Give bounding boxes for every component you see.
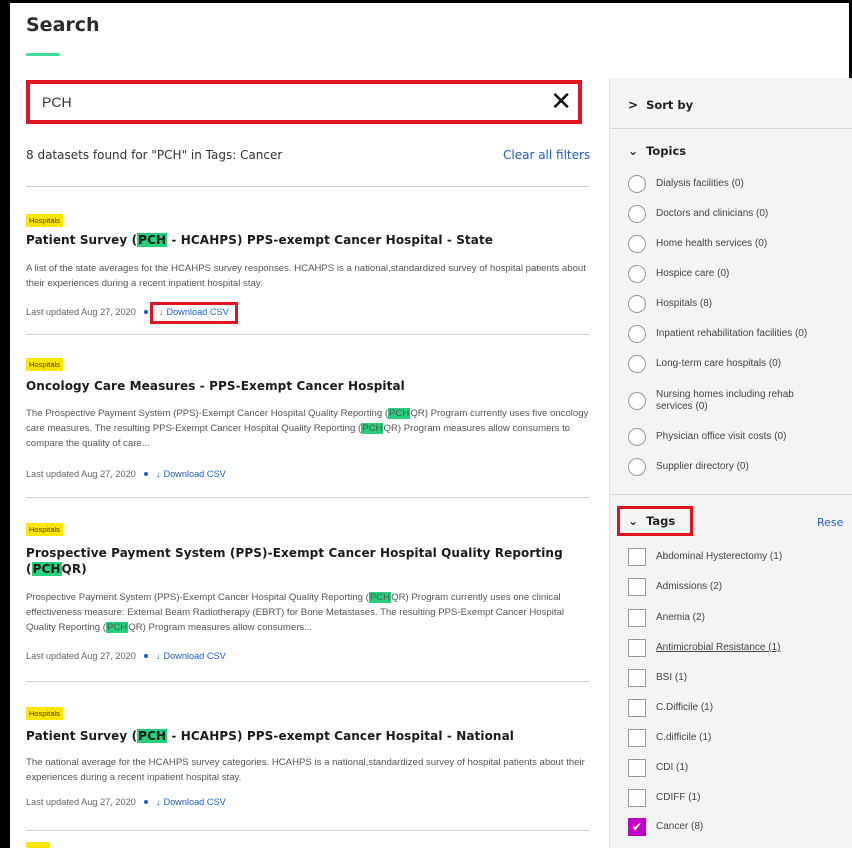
search-highlight: PCH [368,592,392,603]
search-input[interactable]: PCH ✕ [26,80,582,124]
close-icon[interactable]: ✕ [550,87,572,117]
page-title: Search [26,14,100,36]
radio-button[interactable] [628,392,646,410]
separator-dot [143,309,148,314]
checkbox[interactable] [628,729,646,747]
category-badge: Hospitals [26,523,63,536]
checkbox[interactable] [628,759,646,777]
separator-dot [143,799,148,804]
separator-dot [143,471,148,476]
radio-button[interactable] [628,355,646,373]
result-meta: Last updated Aug 27, 2020 ↓ Download CSV [26,797,226,807]
radio-button[interactable] [628,265,646,283]
result-title[interactable]: Oncology Care Measures - PPS-Exempt Canc… [26,378,586,394]
search-highlight: PCH [361,423,384,434]
search-highlight: PCH [137,729,168,743]
result-meta: Last updated Aug 27, 2020 ↓ Download CSV [26,651,226,661]
checkbox[interactable] [628,548,646,566]
checkbox[interactable] [628,578,646,596]
results-count: 8 datasets found for "PCH" in Tags: Canc… [26,148,283,162]
result-item: Hospitals Patient Survey (PCH - HCAHPS) … [26,208,589,324]
radio-button[interactable] [628,428,646,446]
divider [26,334,589,335]
window-border-top [0,0,852,3]
category-badge: Hospitals [26,358,63,371]
search-input-value[interactable]: PCH [42,94,72,110]
download-csv-link[interactable]: ↓ Download CSV [156,651,226,661]
sidebar-divider [610,128,852,129]
checkbox[interactable] [628,609,646,627]
last-updated: Last updated Aug 27, 2020 [26,469,136,479]
chevron-down-icon: ⌄ [628,144,639,158]
result-item: Hospitals Prospective Payment System (PP… [26,517,589,661]
reset-tags-link[interactable]: Rese [817,516,843,529]
search-highlight: PCH [137,233,168,247]
search-highlight: PCH [388,408,411,419]
download-icon: ↓ [155,469,161,479]
sidebar-divider [610,494,852,495]
divider [26,681,589,682]
download-icon: ↓ [155,651,161,661]
result-item: Hospitals Patient Survey (PCH - HCAHPS) … [26,701,589,807]
result-description: The Prospective Payment System (PPS)-Exe… [26,408,589,449]
checkmark-icon[interactable]: ✔ [628,818,646,836]
result-item: Hospitals Oncology Care Measures - PPS-E… [26,352,589,479]
last-updated: Last updated Aug 27, 2020 [26,307,136,317]
search-highlight: PCH [105,622,129,633]
checkbox[interactable] [628,669,646,687]
title-underline [26,53,60,56]
sort-by-toggle[interactable]: > Sort by [628,98,693,112]
divider [26,830,589,831]
search-highlight: PCH [31,562,62,576]
category-badge-partial [26,842,50,848]
radio-button[interactable] [628,205,646,223]
download-icon: ↓ [155,797,161,807]
filter-sidebar: > Sort by ⌄ Topics Dialysis facilities (0)… [609,78,852,848]
window-border-left [0,0,10,848]
last-updated: Last updated Aug 27, 2020 [26,797,136,807]
result-title[interactable]: Patient Survey (PCH - HCAHPS) PPS-exempt… [26,728,586,744]
chevron-down-icon: ⌄ [628,514,639,528]
result-title[interactable]: Patient Survey (PCH - HCAHPS) PPS-exempt… [26,232,586,248]
chevron-right-icon: > [628,98,639,112]
clear-filters-link[interactable]: Clear all filters [503,148,590,162]
category-badge: Hospitals [26,707,63,720]
checkbox[interactable] [628,789,646,807]
radio-button[interactable] [628,175,646,193]
result-description: A list of the state averages for the HCA… [26,263,586,289]
result-meta: Last updated Aug 27, 2020 ↓ Download CSV [26,469,226,479]
radio-button[interactable] [628,295,646,313]
result-title[interactable]: Prospective Payment System (PPS)-Exempt … [26,545,586,577]
download-highlight-box: ↓ Download CSV [149,302,238,324]
checkbox[interactable] [628,639,646,657]
last-updated: Last updated Aug 27, 2020 [26,651,136,661]
download-csv-link[interactable]: ↓ Download CSV [156,469,226,479]
checkbox[interactable] [628,699,646,717]
topics-toggle[interactable]: ⌄ Topics [628,144,686,158]
divider [26,186,589,187]
divider [26,497,589,498]
download-csv-link[interactable]: ↓ Download CSV [159,307,229,317]
category-badge: Hospitals [26,214,63,227]
radio-button[interactable] [628,458,646,476]
download-icon: ↓ [158,307,164,317]
radio-button[interactable] [628,235,646,253]
result-description: Prospective Payment System (PPS)-Exempt … [26,592,565,633]
download-csv-link[interactable]: ↓ Download CSV [156,797,226,807]
result-meta: Last updated Aug 27, 2020 ↓ Download CSV [26,302,238,324]
radio-button[interactable] [628,325,646,343]
tags-toggle[interactable]: ⌄ Tags [628,514,675,528]
separator-dot [143,653,148,658]
result-description: The national average for the HCAHPS surv… [26,757,585,783]
